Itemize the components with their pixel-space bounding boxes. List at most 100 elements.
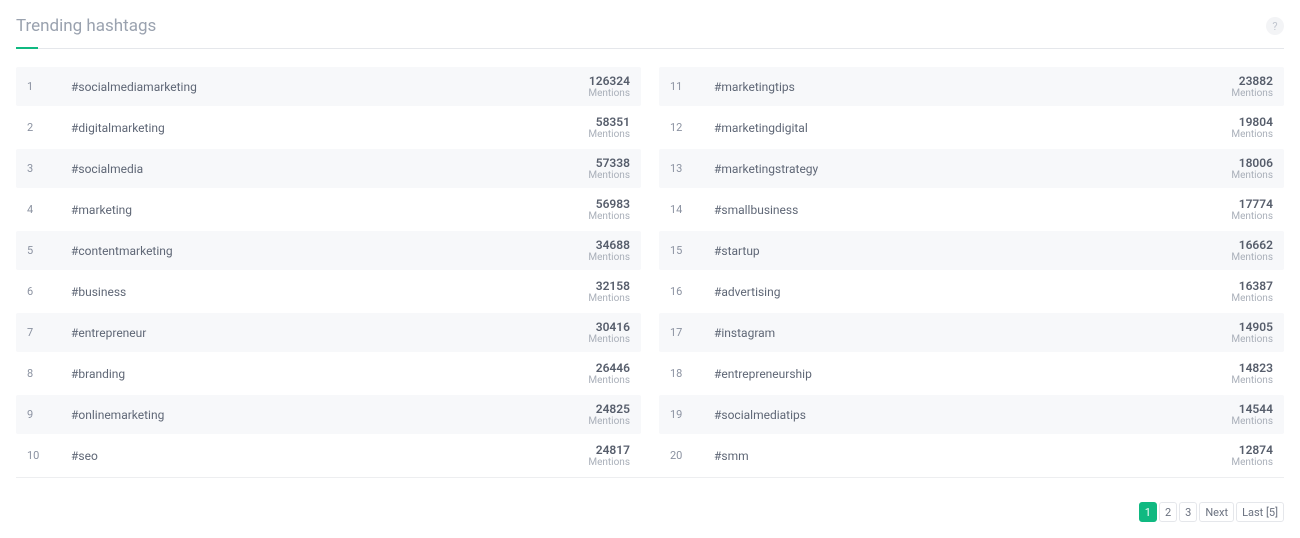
hashtag-count: 58351	[588, 115, 630, 129]
hashtag-count-block: 14823Mentions	[1231, 361, 1273, 386]
page-next-button[interactable]: Next	[1199, 502, 1234, 522]
mentions-label: Mentions	[1231, 170, 1273, 181]
page-1-button[interactable]: 1	[1139, 502, 1157, 522]
hashtag-count-block: 18006Mentions	[1231, 156, 1273, 181]
header-accent	[16, 47, 38, 49]
hashtag-name: #seo	[71, 449, 588, 463]
hashtag-count: 18006	[1231, 156, 1273, 170]
hashtag-count: 24825	[588, 402, 630, 416]
hashtag-name: #contentmarketing	[71, 244, 588, 258]
hashtag-rank: 20	[670, 449, 714, 462]
hashtag-name: #entrepreneurship	[714, 367, 1231, 381]
hashtag-row[interactable]: 4#marketing56983Mentions	[16, 190, 641, 229]
hashtag-count: 19804	[1231, 115, 1273, 129]
hashtag-row[interactable]: 12#marketingdigital19804Mentions	[659, 108, 1284, 147]
mentions-label: Mentions	[588, 88, 630, 99]
hashtag-rank: 4	[27, 203, 71, 216]
hashtag-rank: 13	[670, 162, 714, 175]
hashtag-name: #socialmediatips	[714, 408, 1231, 422]
mentions-label: Mentions	[1231, 375, 1273, 386]
hashtag-row[interactable]: 3#socialmedia57338Mentions	[16, 149, 641, 188]
hashtag-count: 17774	[1231, 197, 1273, 211]
hashtag-row[interactable]: 8#branding26446Mentions	[16, 354, 641, 393]
hashtag-rank: 3	[27, 162, 71, 175]
mentions-label: Mentions	[588, 457, 630, 468]
mentions-label: Mentions	[1231, 129, 1273, 140]
hashtag-name: #advertising	[714, 285, 1231, 299]
hashtag-name: #socialmediamarketing	[71, 80, 588, 94]
mentions-label: Mentions	[1231, 211, 1273, 222]
hashtag-count: 57338	[588, 156, 630, 170]
hashtag-name: #marketing	[71, 203, 588, 217]
hashtag-count: 16662	[1231, 238, 1273, 252]
mentions-label: Mentions	[1231, 457, 1273, 468]
hashtag-count: 23882	[1231, 74, 1273, 88]
mentions-label: Mentions	[588, 211, 630, 222]
hashtag-rank: 17	[670, 326, 714, 339]
hashtag-count: 14905	[1231, 320, 1273, 334]
hashtag-column-left: 1#socialmediamarketing126324Mentions2#di…	[16, 67, 641, 475]
hashtag-count: 26446	[588, 361, 630, 375]
hashtag-count: 12874	[1231, 443, 1273, 457]
hashtag-count: 126324	[588, 74, 630, 88]
hashtag-name: #smallbusiness	[714, 203, 1231, 217]
hashtag-rank: 18	[670, 367, 714, 380]
help-icon[interactable]: ?	[1266, 17, 1284, 35]
page-2-button[interactable]: 2	[1159, 502, 1177, 522]
hashtag-count-block: 30416Mentions	[588, 320, 630, 345]
hashtag-count: 30416	[588, 320, 630, 334]
hashtag-name: #business	[71, 285, 588, 299]
mentions-label: Mentions	[588, 375, 630, 386]
hashtag-rank: 19	[670, 408, 714, 421]
hashtag-row[interactable]: 1#socialmediamarketing126324Mentions	[16, 67, 641, 106]
hashtag-row[interactable]: 17#instagram14905Mentions	[659, 313, 1284, 352]
hashtag-name: #startup	[714, 244, 1231, 258]
hashtag-row[interactable]: 11#marketingtips23882Mentions	[659, 67, 1284, 106]
hashtag-name: #onlinemarketing	[71, 408, 588, 422]
hashtag-column-right: 11#marketingtips23882Mentions12#marketin…	[659, 67, 1284, 475]
page-3-button[interactable]: 3	[1179, 502, 1197, 522]
hashtag-row[interactable]: 19#socialmediatips14544Mentions	[659, 395, 1284, 434]
hashtag-count-block: 14544Mentions	[1231, 402, 1273, 427]
hashtag-name: #marketingdigital	[714, 121, 1231, 135]
page-last-button[interactable]: Last [5]	[1236, 502, 1284, 522]
hashtag-name: #smm	[714, 449, 1231, 463]
hashtag-name: #marketingtips	[714, 80, 1231, 94]
hashtag-rank: 1	[27, 80, 71, 93]
hashtag-row[interactable]: 16#advertising16387Mentions	[659, 272, 1284, 311]
hashtag-name: #socialmedia	[71, 162, 588, 176]
hashtag-name: #entrepreneur	[71, 326, 588, 340]
hashtag-row[interactable]: 9#onlinemarketing24825Mentions	[16, 395, 641, 434]
hashtag-row[interactable]: 5#contentmarketing34688Mentions	[16, 231, 641, 270]
hashtag-rank: 14	[670, 203, 714, 216]
hashtag-rank: 7	[27, 326, 71, 339]
footer-divider	[16, 477, 1284, 478]
widget-header: Trending hashtags ?	[16, 16, 1284, 49]
hashtag-row[interactable]: 15#startup16662Mentions	[659, 231, 1284, 270]
mentions-label: Mentions	[1231, 88, 1273, 99]
hashtag-count-block: 26446Mentions	[588, 361, 630, 386]
hashtag-rank: 16	[670, 285, 714, 298]
hashtag-rank: 12	[670, 121, 714, 134]
hashtag-row[interactable]: 18#entrepreneurship14823Mentions	[659, 354, 1284, 393]
hashtag-count-block: 24825Mentions	[588, 402, 630, 427]
hashtag-row[interactable]: 2#digitalmarketing58351Mentions	[16, 108, 641, 147]
hashtag-count: 32158	[588, 279, 630, 293]
hashtag-count-block: 32158Mentions	[588, 279, 630, 304]
widget-title: Trending hashtags	[16, 16, 156, 36]
hashtag-count: 56983	[588, 197, 630, 211]
hashtag-rank: 2	[27, 121, 71, 134]
hashtag-row[interactable]: 20#smm12874Mentions	[659, 436, 1284, 475]
hashtag-rank: 15	[670, 244, 714, 257]
mentions-label: Mentions	[1231, 293, 1273, 304]
hashtag-row[interactable]: 13#marketingstrategy18006Mentions	[659, 149, 1284, 188]
hashtag-row[interactable]: 6#business32158Mentions	[16, 272, 641, 311]
hashtag-count: 34688	[588, 238, 630, 252]
hashtag-row[interactable]: 14#smallbusiness17774Mentions	[659, 190, 1284, 229]
hashtag-row[interactable]: 10#seo24817Mentions	[16, 436, 641, 475]
hashtag-count-block: 34688Mentions	[588, 238, 630, 263]
mentions-label: Mentions	[588, 416, 630, 427]
hashtag-count-block: 56983Mentions	[588, 197, 630, 222]
hashtag-name: #marketingstrategy	[714, 162, 1231, 176]
hashtag-row[interactable]: 7#entrepreneur30416Mentions	[16, 313, 641, 352]
